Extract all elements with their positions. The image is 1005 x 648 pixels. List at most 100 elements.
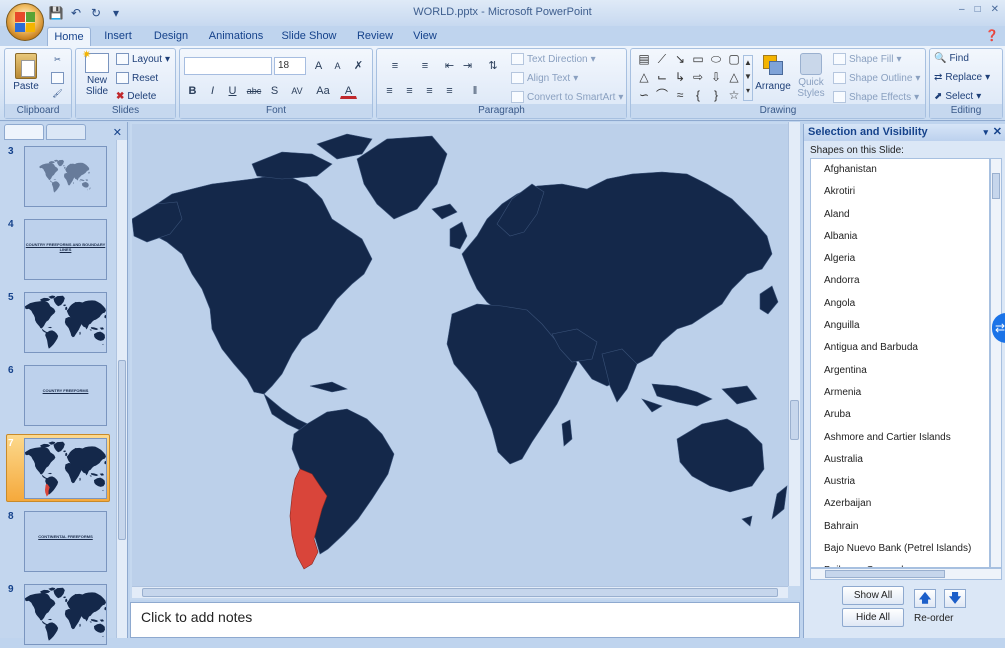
outline-tab[interactable] [46,124,86,140]
align-left-icon[interactable]: ≡ [381,82,398,99]
new-slide-button[interactable]: ✷ New Slide [80,49,114,105]
notes-pane[interactable]: Click to add notes [130,602,800,638]
tab-animations[interactable]: Animations [204,27,268,46]
arc-shape-icon[interactable]: ⌒ [655,89,669,103]
list-item[interactable]: Australia [811,449,989,471]
shapes-gallery-scroll[interactable]: ▲ ▼ ▾ [743,55,753,101]
tab-slide-show[interactable]: Slide Show [278,27,340,46]
arrange-button[interactable]: Arrange [755,53,791,92]
numbering-icon[interactable]: ≡ [411,57,439,74]
wave-shape-icon[interactable]: ≈ [673,89,687,103]
strikethrough-button[interactable]: abc [244,82,264,99]
list-item[interactable]: Anguilla [811,315,989,337]
list-item[interactable]: Austria [811,471,989,493]
list-item[interactable]: Azerbaijan [811,493,989,515]
columns-icon[interactable]: ‖ [463,82,487,99]
world-map[interactable] [132,124,788,586]
list-item[interactable]: Albania [811,226,989,248]
show-all-button[interactable]: Show All [842,586,904,605]
list-item[interactable]: Afghanistan [811,159,989,181]
elbow-connector-icon[interactable]: ⌙ [655,71,669,85]
list-item[interactable]: Argentina [811,360,989,382]
underline-button[interactable]: U [224,82,241,99]
decrease-indent-icon[interactable]: ⇤ [441,57,458,74]
clear-formatting-icon[interactable]: ✗ [350,57,367,74]
select-button[interactable]: ⬈ Select ▾ [934,91,981,102]
increase-indent-icon[interactable]: ⇥ [459,57,476,74]
change-case-button[interactable]: Aa [312,82,334,99]
find-button[interactable]: 🔍 Find [934,53,969,64]
align-center-icon[interactable]: ≡ [401,82,418,99]
curve-shape-icon[interactable]: ∽ [637,89,651,103]
close-icon[interactable]: ✕ [993,124,1002,141]
list-item[interactable]: Antigua and Barbuda [811,337,989,359]
scrollbar-thumb[interactable] [825,570,945,578]
list-item[interactable]: Angola [811,293,989,315]
slide-thumbnail[interactable] [24,292,107,353]
bullets-icon[interactable]: ≡ [381,57,409,74]
slide-vertical-scrollbar[interactable] [788,122,800,586]
slide-thumbnail[interactable] [24,146,107,207]
slides-tab[interactable] [4,124,44,140]
right-arrow-shape-icon[interactable]: ⇨ [691,71,705,85]
scrollbar-thumb[interactable] [790,400,799,440]
brace-left-icon[interactable]: { [691,89,705,103]
slide-thumbnail[interactable] [24,438,107,499]
help-icon[interactable]: ❓ [985,29,999,42]
oval-shape-icon[interactable]: ⬭ [709,53,723,67]
tab-design[interactable]: Design [148,27,194,46]
slide-thumbnail-row[interactable]: 5 [0,288,117,356]
list-item[interactable]: Bahrain [811,516,989,538]
triangle-shape-icon[interactable]: △ [637,71,651,85]
layout-button[interactable]: Layout ▾ [116,53,170,65]
shape-fill-button[interactable]: Shape Fill ▾ [833,53,902,65]
textbox-shape-icon[interactable]: ▤ [637,53,651,67]
cut-icon[interactable]: ✂ [51,55,64,67]
country-shape[interactable] [309,381,348,393]
align-text-button[interactable]: Align Text ▾ [511,72,578,84]
country-shape[interactable] [721,385,758,405]
slides-pane-scrollbar[interactable] [116,140,127,638]
brace-right-icon[interactable]: } [709,89,723,103]
country-shape[interactable] [651,383,713,407]
scrollbar-thumb[interactable] [118,360,126,540]
slide-thumbnail-row[interactable]: 6 COUNTRY FREEFORMS [0,361,117,429]
list-item[interactable]: Baikonur Cosmodrome [811,560,989,567]
slide-thumbnail-row[interactable]: 8 CONTINENTAL FREEFORMS [0,507,117,575]
country-shape[interactable] [251,151,333,180]
slide-thumbnail-row[interactable]: 4 COUNTRY FREEFORMS AND BOUNDARY LINES [0,215,117,283]
line-shape-icon[interactable]: ⟋ [655,53,669,67]
elbow-arrow-icon[interactable]: ↳ [673,71,687,85]
shrink-font-button[interactable]: A [329,57,346,74]
slide-horizontal-scrollbar[interactable] [132,586,788,598]
list-item[interactable]: Ashmore and Cartier Islands [811,427,989,449]
convert-smartart-button[interactable]: Convert to SmartArt ▾ [511,91,623,103]
copy-icon[interactable] [51,72,64,84]
close-icon[interactable]: ✕ [113,126,122,139]
close-icon[interactable]: ✕ [991,4,999,15]
pane-menu-icon[interactable]: ▾ [983,124,988,141]
shape-outline-button[interactable]: Shape Outline ▾ [833,72,920,84]
list-item[interactable]: Bajo Nuevo Bank (Petrel Islands) [811,538,989,560]
country-shape[interactable] [431,203,458,220]
slide-thumbnail[interactable]: COUNTRY FREEFORMS [24,365,107,426]
maximize-icon[interactable]: □ [975,4,981,15]
scrollbar-thumb[interactable] [142,588,778,597]
list-item[interactable]: Akrotiri [811,181,989,203]
shapes-list-hscroll[interactable] [810,568,1002,580]
country-shape[interactable] [771,485,788,520]
freeform-shape-icon[interactable]: △ [727,71,741,85]
slide-thumbnail[interactable]: CONTINENTAL FREEFORMS [24,511,107,572]
rectangle-shape-icon[interactable]: ▭ [691,53,705,67]
character-spacing-button[interactable]: AV [286,82,308,99]
list-item[interactable]: Aland [811,204,989,226]
quick-styles-button[interactable]: Quick Styles [793,53,829,99]
star-shape-icon[interactable]: ☆ [727,89,741,103]
country-shape[interactable] [449,221,468,250]
slide-thumbnail[interactable] [24,584,107,645]
list-item[interactable]: Andorra [811,270,989,292]
bold-button[interactable]: B [184,82,201,99]
country-shape[interactable] [561,419,573,447]
delete-button[interactable]: ✖ Delete [116,91,156,102]
arrow-line-shape-icon[interactable]: ↘ [673,53,687,67]
